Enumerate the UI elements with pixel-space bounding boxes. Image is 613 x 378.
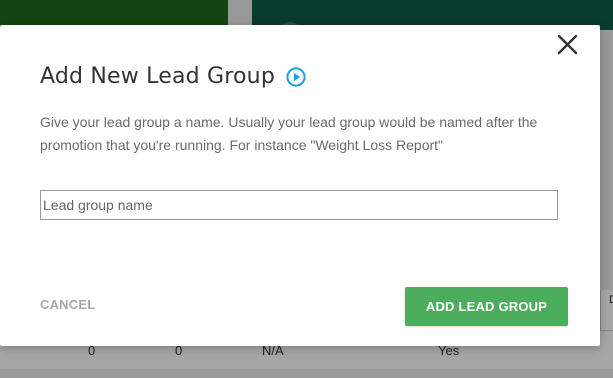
dialog-description: Give your lead group a name. Usually you… bbox=[40, 114, 538, 153]
dialog-title: Add New Lead Group bbox=[40, 64, 275, 89]
close-button[interactable] bbox=[554, 31, 582, 59]
close-icon bbox=[557, 34, 578, 55]
play-circle-icon[interactable] bbox=[286, 66, 306, 87]
add-lead-group-dialog: Add New Lead Group Give your lead group … bbox=[0, 25, 600, 346]
cancel-button[interactable]: CANCEL bbox=[40, 297, 95, 312]
add-lead-group-button[interactable]: ADD LEAD GROUP bbox=[405, 287, 568, 326]
dialog-header: Add New Lead Group bbox=[40, 64, 306, 89]
lead-group-name-input[interactable] bbox=[40, 190, 558, 220]
